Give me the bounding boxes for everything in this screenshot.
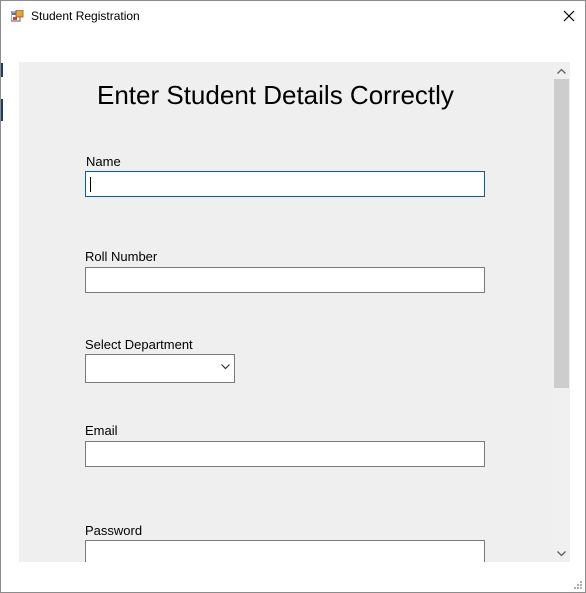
scroll-up-button[interactable]	[553, 62, 570, 79]
client-area: Enter Student Details Correctly Name Rol…	[1, 31, 585, 592]
scroll-up-arrow-icon	[557, 68, 566, 74]
resize-grip-icon[interactable]	[573, 580, 583, 590]
close-icon	[563, 10, 575, 22]
vertical-scrollbar[interactable]	[553, 62, 570, 562]
email-label: Email	[85, 423, 118, 438]
edge-artifact	[1, 63, 3, 77]
close-button[interactable]	[553, 1, 585, 31]
scrollable-form-panel[interactable]: Enter Student Details Correctly Name Rol…	[19, 62, 570, 562]
title-bar[interactable]: Student Registration	[1, 1, 585, 31]
roll-number-input[interactable]	[85, 267, 485, 293]
form-heading: Enter Student Details Correctly	[97, 80, 454, 110]
chevron-down-icon	[221, 364, 230, 370]
edge-artifact	[1, 99, 3, 121]
password-input[interactable]	[85, 540, 485, 562]
name-label: Name	[86, 154, 121, 169]
email-input[interactable]	[85, 441, 485, 467]
password-label: Password	[85, 523, 143, 538]
scroll-down-arrow-icon	[557, 550, 566, 556]
scroll-thumb[interactable]	[554, 79, 569, 388]
roll-number-label: Roll Number	[85, 249, 158, 264]
text-caret	[90, 177, 91, 192]
student-registration-window: Student Registration Enter Student Detai…	[0, 0, 586, 593]
window-title: Student Registration	[31, 9, 140, 23]
department-label: Select Department	[85, 337, 193, 352]
windows-form-icon	[11, 10, 24, 22]
department-select[interactable]	[85, 354, 235, 383]
scroll-down-button[interactable]	[553, 545, 570, 562]
name-input[interactable]	[85, 171, 485, 197]
